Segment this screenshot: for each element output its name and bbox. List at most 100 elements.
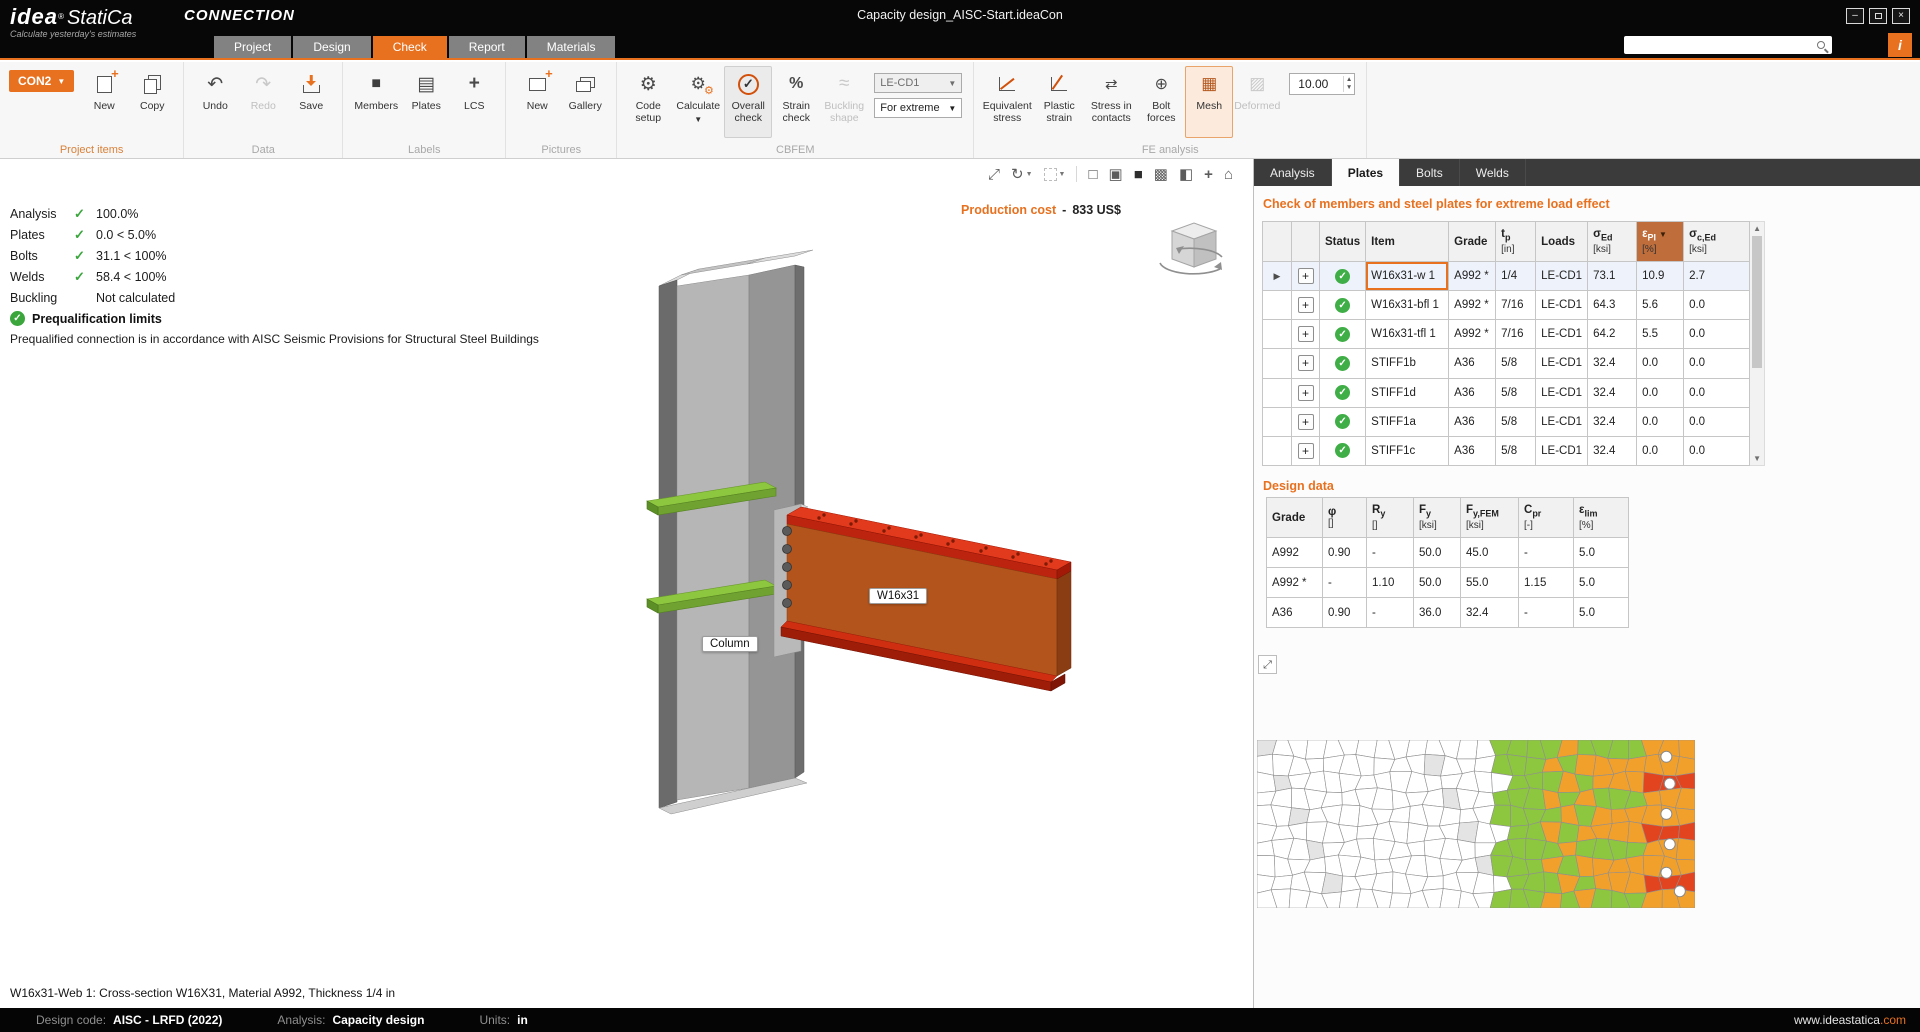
stress-in-contacts-button[interactable]: ⇄ Stress in contacts: [1085, 66, 1137, 138]
website-link[interactable]: www.ideastatica.com: [1794, 1013, 1906, 1027]
results-tab-bolts[interactable]: Bolts: [1400, 159, 1460, 186]
results-tab-welds[interactable]: Welds: [1460, 159, 1526, 186]
expand-row-button[interactable]: +: [1298, 268, 1314, 284]
column-header[interactable]: εPl▼[%]: [1637, 222, 1684, 262]
mesh-button[interactable]: ▦ Mesh: [1185, 66, 1233, 138]
check-table-row[interactable]: +✓STIFF1dA365/8LE-CD132.40.00.0: [1263, 378, 1750, 407]
save-button[interactable]: Save: [287, 66, 335, 138]
ribbon-tab-design[interactable]: Design: [293, 36, 370, 58]
spinner-down-icon[interactable]: ▼: [1346, 84, 1352, 92]
restore-button[interactable]: [1869, 8, 1887, 24]
connection-model[interactable]: [0, 159, 1253, 1008]
members-icon: ■: [371, 71, 381, 97]
scroll-up-icon[interactable]: ▲: [1750, 224, 1764, 233]
column-header[interactable]: Cpr[-]: [1519, 498, 1574, 538]
plastic-strain-button[interactable]: Plastic strain: [1033, 66, 1085, 138]
undo-button[interactable]: ↶ Undo: [191, 66, 239, 138]
deformed-button[interactable]: ▨ Deformed: [1233, 66, 1281, 138]
selection-info-text: W16x31-Web 1: Cross-section W16X31, Mate…: [10, 986, 395, 1000]
lcs-button[interactable]: + LCS: [450, 66, 498, 138]
plates-labels-button[interactable]: ▤ Plates: [402, 66, 450, 138]
column-header[interactable]: σc,Ed[ksi]: [1684, 222, 1750, 262]
expand-view-button[interactable]: ⤢: [1258, 655, 1277, 674]
info-button[interactable]: i: [1888, 33, 1912, 57]
extreme-filter-dropdown[interactable]: For extreme▼: [874, 98, 962, 118]
status-ok-icon: ✓: [1335, 443, 1350, 458]
expand-row-button[interactable]: +: [1298, 297, 1314, 313]
column-header[interactable]: Status: [1320, 222, 1366, 262]
expand-row-button[interactable]: +: [1298, 385, 1314, 401]
column-header[interactable]: Fy,FEM[ksi]: [1461, 498, 1519, 538]
wireframe-view-icon[interactable]: □: [1088, 164, 1097, 184]
scroll-down-icon[interactable]: ▼: [1750, 454, 1764, 463]
fit-view-icon[interactable]: ⤢: [988, 164, 1000, 184]
transparent-view-icon[interactable]: ▩: [1154, 164, 1168, 184]
buckling-shape-button[interactable]: ≈ Buckling shape: [820, 66, 868, 138]
expand-row-button[interactable]: +: [1298, 326, 1314, 342]
check-table-row[interactable]: +✓STIFF1cA365/8LE-CD132.40.00.0: [1263, 436, 1750, 465]
close-button[interactable]: ×: [1892, 8, 1910, 24]
calculate-button[interactable]: ⚙ Calculate ▼: [672, 66, 724, 138]
section-box-icon[interactable]: ▼: [1044, 164, 1066, 184]
spinner-up-icon[interactable]: ▲: [1346, 76, 1352, 84]
load-case-dropdown[interactable]: LE-CD1▼: [874, 73, 962, 93]
check-table-row[interactable]: +✓W16x31-tfl 1A992 *7/16LE-CD164.25.50.0: [1263, 320, 1750, 349]
solid-view-icon[interactable]: ■: [1134, 164, 1143, 184]
chevron-down-icon: ▼: [948, 104, 956, 113]
scrollbar-thumb[interactable]: [1752, 236, 1762, 368]
results-tab-analysis[interactable]: Analysis: [1254, 159, 1332, 186]
check-table-row[interactable]: +✓STIFF1bA365/8LE-CD132.40.00.0: [1263, 349, 1750, 378]
code-setup-button[interactable]: ⚙ Code setup: [624, 66, 672, 138]
expand-row-button[interactable]: +: [1298, 414, 1314, 430]
results-tab-plates[interactable]: Plates: [1332, 159, 1400, 186]
copy-project-item-button[interactable]: Copy: [128, 66, 176, 138]
check-table-scrollbar[interactable]: ▲ ▼: [1750, 221, 1765, 466]
navigation-cube[interactable]: [1148, 215, 1234, 290]
result-scale-spinner[interactable]: 10.00 ▲▼: [1289, 73, 1355, 95]
column-header[interactable]: Loads: [1536, 222, 1588, 262]
ribbon-tab-project[interactable]: Project: [214, 36, 291, 58]
view-toolbar: ⤢ ↻▼ ▼ □ ▣ ■ ▩ ◧ + ⌂: [988, 164, 1233, 184]
ribbon-tab-materials[interactable]: Materials: [527, 36, 616, 58]
check-table-row[interactable]: +✓STIFF1aA365/8LE-CD132.40.00.0: [1263, 407, 1750, 436]
column-header[interactable]: Fy[ksi]: [1414, 498, 1461, 538]
new-picture-icon: +: [529, 71, 546, 97]
check-table-row[interactable]: ▶+✓W16x31-w 1A992 *1/4LE-CD173.110.92.7: [1263, 262, 1750, 291]
bolt-forces-button[interactable]: ⊕ Bolt forces: [1137, 66, 1185, 138]
gallery-icon: [579, 71, 591, 97]
overall-check-icon: ✓: [738, 71, 759, 97]
column-header[interactable]: φ[]: [1323, 498, 1367, 538]
column-header[interactable]: tp[in]: [1496, 222, 1536, 262]
expand-row-button[interactable]: +: [1298, 355, 1314, 371]
home-view-icon[interactable]: ⌂: [1224, 164, 1233, 184]
viewport-3d[interactable]: Analysis✓100.0%Plates✓0.0 < 5.0%Bolts✓31…: [0, 159, 1253, 1008]
column-header[interactable]: Grade: [1449, 222, 1496, 262]
con2-selector[interactable]: CON2▼: [9, 70, 74, 92]
design-data-row: A9920.90-50.045.0-5.0: [1267, 538, 1629, 568]
check-heading: Check of members and steel plates for ex…: [1263, 197, 1610, 211]
new-project-item-button[interactable]: + New: [80, 66, 128, 138]
gallery-button[interactable]: Gallery: [561, 66, 609, 138]
column-header[interactable]: εlim[%]: [1574, 498, 1629, 538]
check-table-row[interactable]: +✓W16x31-bfl 1A992 *7/16LE-CD164.35.60.0: [1263, 291, 1750, 320]
ribbon-tab-report[interactable]: Report: [449, 36, 525, 58]
shaded-view-icon[interactable]: ▣: [1109, 164, 1123, 184]
orbit-icon[interactable]: ↻▼: [1011, 164, 1033, 184]
new-picture-button[interactable]: + New: [513, 66, 561, 138]
ribbon-tab-check[interactable]: Check: [373, 36, 447, 58]
expand-row-button[interactable]: +: [1298, 443, 1314, 459]
strain-check-button[interactable]: % Strain check: [772, 66, 820, 138]
search-input[interactable]: [1624, 36, 1832, 54]
redo-button[interactable]: ↷ Redo: [239, 66, 287, 138]
column-header[interactable]: Grade: [1267, 498, 1323, 538]
calculate-gears-icon: ⚙: [691, 71, 706, 97]
equivalent-stress-button[interactable]: Equivalent stress: [981, 66, 1033, 138]
column-header[interactable]: Item: [1366, 222, 1449, 262]
axes-icon[interactable]: +: [1204, 164, 1213, 184]
clip-plane-icon[interactable]: ◧: [1179, 164, 1193, 184]
members-labels-button[interactable]: ■ Members: [350, 66, 402, 138]
overall-check-button[interactable]: ✓ Overall check: [724, 66, 772, 138]
column-header[interactable]: Ry[]: [1367, 498, 1414, 538]
column-header[interactable]: σEd[ksi]: [1588, 222, 1637, 262]
minimize-button[interactable]: –: [1846, 8, 1864, 24]
